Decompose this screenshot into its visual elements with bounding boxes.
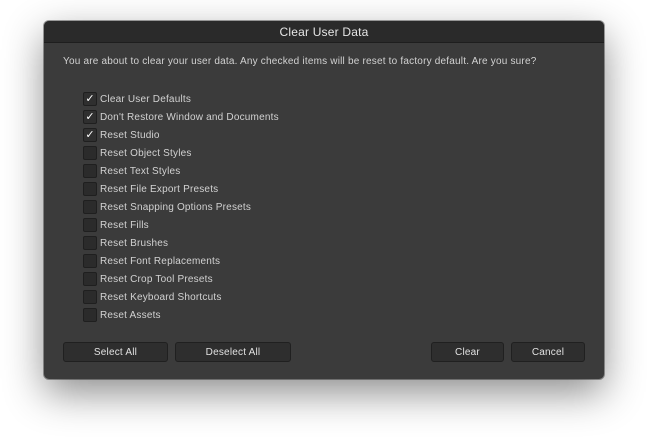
reset-options-list: ✓ Clear User Defaults ✓ Don't Restore Wi…	[83, 90, 279, 324]
option-label: Reset Studio	[100, 129, 160, 141]
checkbox[interactable]	[83, 308, 97, 322]
checkbox[interactable]	[83, 200, 97, 214]
checkbox[interactable]	[83, 236, 97, 250]
option-label: Reset Object Styles	[100, 147, 192, 159]
checkmark-icon: ✓	[85, 128, 95, 141]
clear-user-data-dialog: Clear User Data You are about to clear y…	[44, 21, 604, 379]
option-reset-brushes[interactable]: Reset Brushes	[83, 234, 279, 252]
option-label: Reset File Export Presets	[100, 183, 219, 195]
option-label: Reset Text Styles	[100, 165, 181, 177]
option-label: Reset Brushes	[100, 237, 169, 249]
option-reset-text-styles[interactable]: Reset Text Styles	[83, 162, 279, 180]
option-label: Reset Assets	[100, 309, 161, 321]
checkmark-icon: ✓	[85, 110, 95, 123]
checkbox[interactable]	[83, 290, 97, 304]
checkbox[interactable]: ✓	[83, 110, 97, 124]
deselect-all-button[interactable]: Deselect All	[175, 342, 291, 362]
option-label: Reset Fills	[100, 219, 149, 231]
option-reset-snapping-presets[interactable]: Reset Snapping Options Presets	[83, 198, 279, 216]
option-reset-font-replacements[interactable]: Reset Font Replacements	[83, 252, 279, 270]
option-reset-crop-tool-presets[interactable]: Reset Crop Tool Presets	[83, 270, 279, 288]
dialog-titlebar: Clear User Data	[44, 21, 604, 43]
checkmark-icon: ✓	[85, 92, 95, 105]
option-reset-assets[interactable]: Reset Assets	[83, 306, 279, 324]
checkbox[interactable]	[83, 182, 97, 196]
checkbox[interactable]: ✓	[83, 92, 97, 106]
checkbox[interactable]: ✓	[83, 128, 97, 142]
dialog-title: Clear User Data	[279, 24, 369, 39]
checkbox[interactable]	[83, 254, 97, 268]
option-label: Reset Keyboard Shortcuts	[100, 291, 222, 303]
option-label: Clear User Defaults	[100, 93, 192, 105]
option-reset-fills[interactable]: Reset Fills	[83, 216, 279, 234]
option-clear-user-defaults[interactable]: ✓ Clear User Defaults	[83, 90, 279, 108]
checkbox[interactable]	[83, 146, 97, 160]
cancel-button[interactable]: Cancel	[511, 342, 585, 362]
option-reset-object-styles[interactable]: Reset Object Styles	[83, 144, 279, 162]
option-label: Reset Font Replacements	[100, 255, 221, 267]
option-dont-restore-window[interactable]: ✓ Don't Restore Window and Documents	[83, 108, 279, 126]
option-label: Don't Restore Window and Documents	[100, 111, 279, 123]
option-reset-keyboard-shortcuts[interactable]: Reset Keyboard Shortcuts	[83, 288, 279, 306]
option-label: Reset Crop Tool Presets	[100, 273, 213, 285]
checkbox[interactable]	[83, 272, 97, 286]
checkbox[interactable]	[83, 164, 97, 178]
dialog-message: You are about to clear your user data. A…	[63, 56, 537, 67]
select-all-button[interactable]: Select All	[63, 342, 168, 362]
option-reset-studio[interactable]: ✓ Reset Studio	[83, 126, 279, 144]
checkbox[interactable]	[83, 218, 97, 232]
option-label: Reset Snapping Options Presets	[100, 201, 252, 213]
option-reset-file-export-presets[interactable]: Reset File Export Presets	[83, 180, 279, 198]
clear-button[interactable]: Clear	[431, 342, 504, 362]
